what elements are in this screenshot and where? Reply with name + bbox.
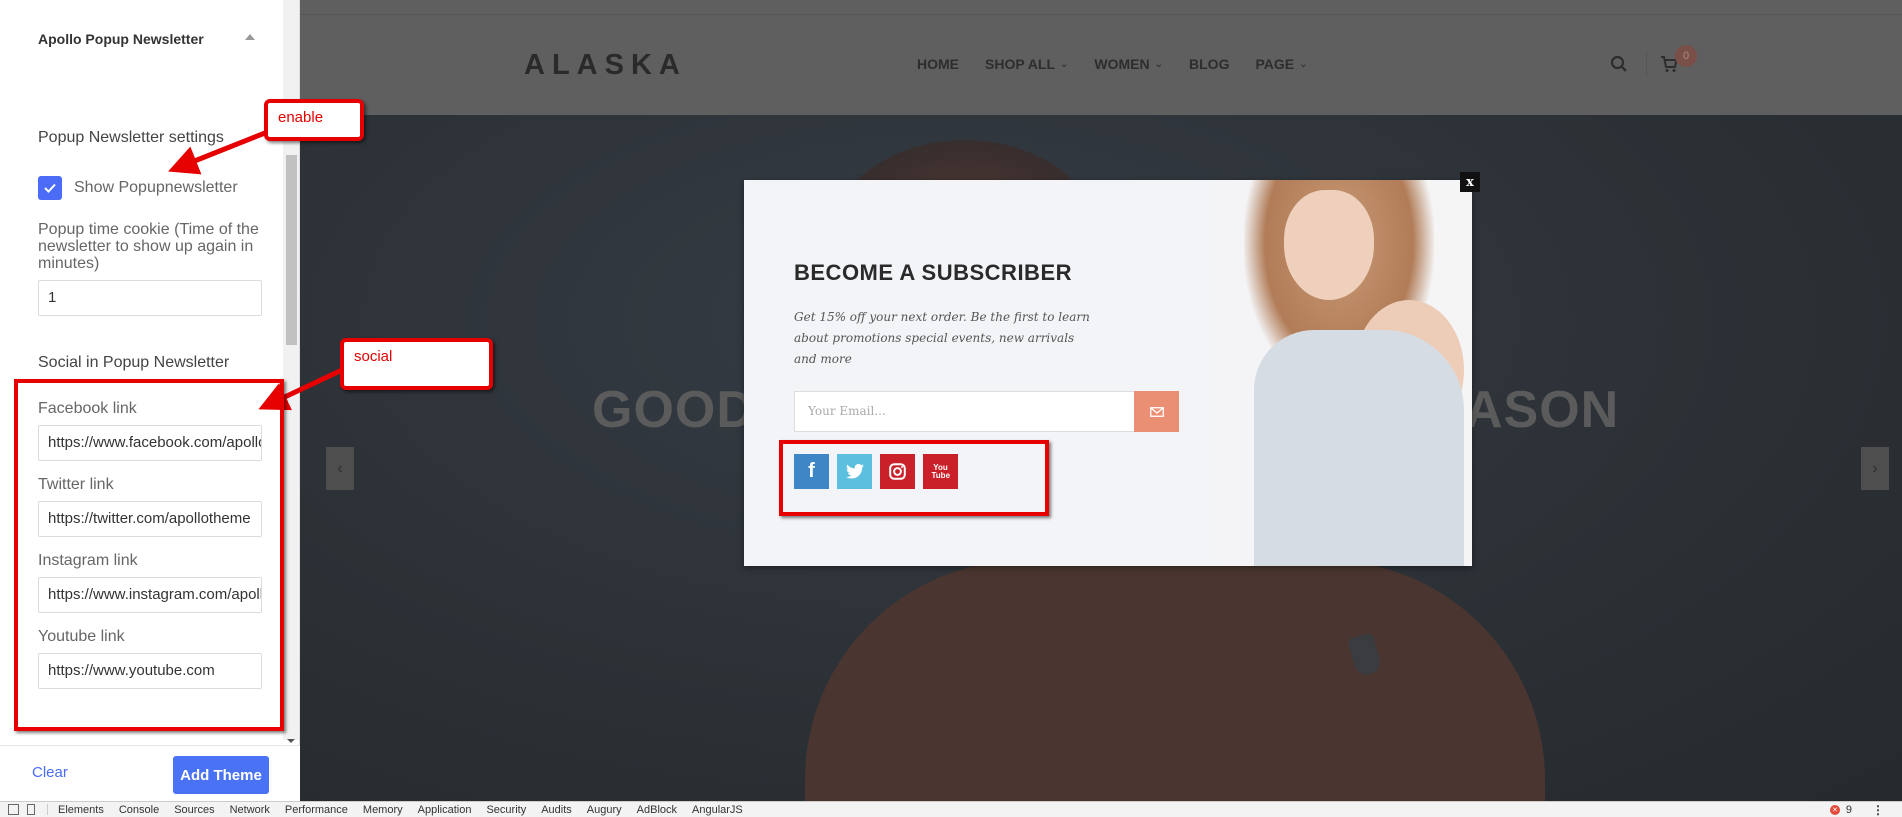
cookie-time-label: Popup time cookie (Time of the newslette… bbox=[38, 221, 259, 272]
nav-home[interactable]: HOME bbox=[917, 56, 959, 72]
devtools-tab-console[interactable]: Console bbox=[119, 804, 159, 816]
nav-label: BLOG bbox=[1189, 56, 1230, 72]
cookie-time-input[interactable]: 1 bbox=[38, 280, 262, 316]
scrollbar-thumb[interactable] bbox=[286, 155, 297, 345]
hero-heading-left: GOOD bbox=[592, 381, 755, 439]
device-toggle-icon[interactable] bbox=[27, 804, 35, 815]
show-popup-label: Show Popupnewsletter bbox=[74, 179, 238, 196]
check-icon bbox=[44, 183, 56, 193]
chevron-down-icon: ⌄ bbox=[1060, 58, 1069, 70]
annotation-enable: enable bbox=[264, 99, 364, 141]
devtools-tab-performance[interactable]: Performance bbox=[285, 804, 348, 816]
scroll-down-arrow-icon[interactable] bbox=[287, 739, 295, 743]
hero-heading-right: ASON bbox=[1465, 381, 1620, 439]
show-popup-checkbox-row[interactable]: Show Popupnewsletter bbox=[38, 176, 238, 200]
devtools-tab-memory[interactable]: Memory bbox=[363, 804, 403, 816]
devtools-separator bbox=[47, 804, 48, 815]
store-logo[interactable]: ALASKA bbox=[524, 49, 687, 82]
nav-blog[interactable]: BLOG bbox=[1189, 56, 1229, 72]
main-nav: HOME SHOP ALL ⌄ WOMEN ⌄ BLOG PAGE ⌄ bbox=[917, 56, 1334, 72]
popup-model-image bbox=[1184, 180, 1472, 566]
nav-shop-all[interactable]: SHOP ALL ⌄ bbox=[985, 56, 1068, 72]
nav-label: SHOP ALL bbox=[985, 56, 1056, 72]
email-input[interactable]: Your Email... bbox=[794, 391, 1136, 432]
devtools-tab-sources[interactable]: Sources bbox=[174, 804, 214, 816]
error-icon[interactable]: ✕ bbox=[1829, 805, 1840, 815]
devtools-status: ✕ 9 ⋮ bbox=[1829, 803, 1884, 817]
header-divider bbox=[1646, 51, 1647, 77]
subscribe-button[interactable] bbox=[1134, 391, 1179, 432]
model-dress bbox=[1254, 330, 1464, 566]
social-section-heading: Social in Popup Newsletter bbox=[38, 354, 230, 371]
clear-button[interactable]: Clear bbox=[32, 764, 68, 781]
devtools-tab-elements[interactable]: Elements bbox=[58, 804, 104, 816]
devtools-bar: Elements Console Sources Network Perform… bbox=[0, 801, 1902, 817]
panel-title: Apollo Popup Newsletter bbox=[38, 31, 204, 47]
popup-description: Get 15% off your next order. Be the firs… bbox=[794, 310, 1090, 366]
chevron-down-icon: ⌄ bbox=[1299, 58, 1308, 70]
devtools-tab-angularjs[interactable]: AngularJS bbox=[692, 804, 743, 816]
nav-label: PAGE bbox=[1255, 56, 1295, 72]
devtools-tab-augury[interactable]: Augury bbox=[587, 804, 622, 816]
inspect-element-icon[interactable] bbox=[8, 804, 19, 815]
error-count[interactable]: 9 bbox=[1846, 804, 1852, 816]
search-icon[interactable] bbox=[1610, 55, 1628, 73]
annotation-popup-socials-frame bbox=[779, 440, 1049, 516]
devtools-tab-application[interactable]: Application bbox=[418, 804, 472, 816]
devtools-tab-security[interactable]: Security bbox=[486, 804, 526, 816]
popup-title: BECOME A SUBSCRIBER bbox=[794, 260, 1073, 285]
hero-image-jacket bbox=[805, 560, 1545, 801]
sidebar-footer: Clear Add Theme bbox=[0, 745, 300, 801]
top-bar bbox=[300, 0, 1902, 15]
devtools-tab-audits[interactable]: Audits bbox=[541, 804, 572, 816]
add-theme-button[interactable]: Add Theme bbox=[173, 756, 269, 794]
slider-next-button[interactable]: › bbox=[1861, 447, 1889, 490]
nav-women[interactable]: WOMEN ⌄ bbox=[1094, 56, 1163, 72]
nav-label: WOMEN bbox=[1094, 56, 1150, 72]
devtools-tab-network[interactable]: Network bbox=[230, 804, 270, 816]
more-options-icon[interactable]: ⋮ bbox=[1872, 803, 1884, 817]
collapse-caret-icon[interactable] bbox=[245, 34, 255, 40]
annotation-social: social bbox=[340, 338, 493, 390]
slider-prev-button[interactable]: ‹ bbox=[326, 447, 354, 490]
devtools-tab-adblock[interactable]: AdBlock bbox=[637, 804, 677, 816]
popup-close-button[interactable]: x bbox=[1460, 172, 1480, 192]
cart-count-badge: 0 bbox=[1675, 45, 1697, 67]
model-face bbox=[1284, 190, 1374, 300]
nav-label: HOME bbox=[917, 56, 959, 72]
settings-section-heading: Popup Newsletter settings bbox=[38, 129, 224, 146]
chevron-down-icon: ⌄ bbox=[1154, 58, 1164, 70]
store-header: ALASKA HOME SHOP ALL ⌄ WOMEN ⌄ BLOG PAGE ⌄ … bbox=[300, 15, 1902, 115]
show-popup-checkbox[interactable] bbox=[38, 176, 62, 200]
nav-page[interactable]: PAGE ⌄ bbox=[1255, 56, 1307, 72]
envelope-icon bbox=[1149, 406, 1164, 417]
annotation-social-fields-frame bbox=[14, 379, 284, 731]
